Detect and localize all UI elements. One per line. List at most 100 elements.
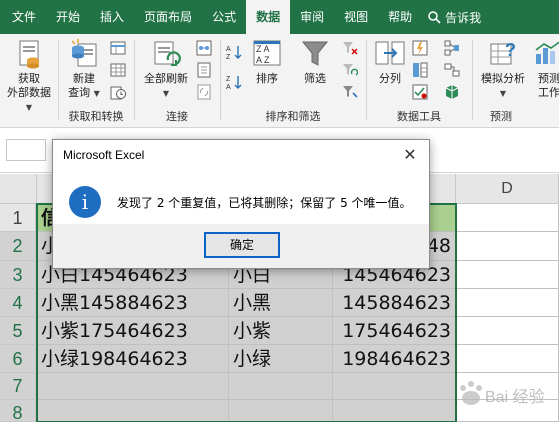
cell-a4[interactable]: 小黑145884623 bbox=[37, 289, 229, 317]
reapply-icon[interactable] bbox=[342, 62, 358, 78]
tab-home[interactable]: 开始 bbox=[46, 0, 90, 34]
filter-button[interactable]: 筛选 bbox=[296, 38, 334, 86]
info-icon: i bbox=[69, 186, 101, 218]
what-if-label: 模拟分析 bbox=[481, 72, 525, 85]
excel-window: 文件 开始 插入 页面布局 公式 数据 审阅 视图 帮助 告诉我 获取 外部数据… bbox=[0, 0, 559, 422]
tab-insert[interactable]: 插入 bbox=[90, 0, 134, 34]
from-table-icon[interactable] bbox=[110, 62, 126, 78]
group-label-data-tools: 数据工具 bbox=[397, 110, 441, 123]
cell-a5[interactable]: 小紫175464623 bbox=[37, 317, 229, 345]
connections-icon[interactable] bbox=[196, 40, 212, 56]
text-to-columns-icon bbox=[374, 38, 406, 70]
group-label-get-transform: 获取和转换 bbox=[68, 110, 124, 123]
external-data-icon bbox=[13, 38, 45, 70]
show-queries-icon[interactable] bbox=[110, 40, 126, 56]
recent-sources-icon[interactable] bbox=[110, 84, 126, 100]
remove-duplicates-icon[interactable] bbox=[412, 62, 428, 78]
cell-b5[interactable]: 小紫 bbox=[229, 317, 333, 345]
sort-ascending-icon[interactable]: AZ bbox=[226, 44, 242, 60]
cell-c4[interactable]: 145884623 bbox=[333, 289, 456, 317]
search-icon bbox=[428, 10, 441, 24]
refresh-icon bbox=[150, 38, 182, 70]
cell-b6[interactable]: 小绿 bbox=[229, 345, 333, 373]
svg-text:Z A: Z A bbox=[256, 44, 270, 54]
row-header[interactable]: 7 bbox=[0, 373, 36, 400]
row-header[interactable]: 2 bbox=[0, 232, 36, 261]
tell-me-box[interactable]: 告诉我 bbox=[428, 9, 481, 26]
cell-d6[interactable] bbox=[456, 345, 559, 373]
group-separator bbox=[366, 40, 367, 120]
get-external-data-button[interactable]: 获取 外部数据 ▼ bbox=[4, 38, 54, 115]
new-query-label-2: 查询 bbox=[68, 86, 91, 99]
consolidate-icon[interactable] bbox=[444, 40, 460, 56]
forecast-sheet-button[interactable]: 预测 工作 bbox=[532, 38, 559, 100]
relationships-icon[interactable] bbox=[444, 62, 460, 78]
select-all-corner[interactable] bbox=[0, 174, 37, 204]
group-data-tools: 分列 数据工具 bbox=[368, 34, 470, 128]
cell-c6[interactable]: 198464623 bbox=[333, 345, 456, 373]
cell-b8[interactable] bbox=[229, 400, 333, 422]
tab-page-layout[interactable]: 页面布局 bbox=[134, 0, 202, 34]
chevron-down-icon: ▼ bbox=[162, 89, 170, 98]
ok-button[interactable]: 确定 bbox=[204, 232, 280, 258]
name-box[interactable] bbox=[6, 139, 46, 161]
cell-c7[interactable] bbox=[333, 373, 456, 400]
tell-me-label: 告诉我 bbox=[445, 10, 482, 25]
flash-fill-icon[interactable] bbox=[412, 40, 428, 56]
cell-d3[interactable] bbox=[456, 261, 559, 289]
row-header[interactable]: 5 bbox=[0, 317, 36, 345]
watermark-text: Bai 经验 bbox=[485, 388, 545, 406]
advanced-filter-icon[interactable] bbox=[342, 84, 358, 100]
tab-review[interactable]: 审阅 bbox=[290, 0, 334, 34]
chevron-down-icon: ▼ bbox=[93, 89, 100, 98]
cell-d4[interactable] bbox=[456, 289, 559, 317]
new-query-button[interactable]: 新建 查询 ▼ bbox=[62, 38, 106, 101]
clear-filter-icon[interactable] bbox=[342, 40, 358, 56]
column-header-d[interactable]: D bbox=[456, 174, 559, 204]
cell-a6[interactable]: 小绿198464623 bbox=[37, 345, 229, 373]
text-to-columns-button[interactable]: 分列 bbox=[372, 38, 408, 86]
new-query-icon bbox=[68, 38, 100, 70]
cell-b4[interactable]: 小黑 bbox=[229, 289, 333, 317]
group-label-forecast: 预测 bbox=[490, 110, 512, 123]
row-header[interactable]: 6 bbox=[0, 345, 36, 373]
dialog-footer: 确定 bbox=[53, 224, 429, 268]
tab-file[interactable]: 文件 bbox=[0, 0, 46, 34]
cell-d2[interactable] bbox=[456, 232, 559, 261]
forecast-sheet-icon bbox=[533, 38, 559, 70]
group-forecast: ? 模拟分析 ▼ 预测 工作 预测 bbox=[474, 34, 559, 128]
sort-button[interactable]: Z AA Z 排序 bbox=[248, 38, 286, 86]
tab-formulas[interactable]: 公式 bbox=[202, 0, 246, 34]
what-if-analysis-button[interactable]: ? 模拟分析 ▼ bbox=[476, 38, 530, 101]
sort-descending-icon[interactable]: ZA bbox=[226, 74, 242, 90]
tab-view[interactable]: 视图 bbox=[334, 0, 378, 34]
chevron-down-icon: ▼ bbox=[25, 103, 33, 112]
cell-a8[interactable] bbox=[37, 400, 229, 422]
cell-b7[interactable] bbox=[229, 373, 333, 400]
row-header[interactable]: 3 bbox=[0, 261, 36, 289]
svg-text:A Z: A Z bbox=[256, 55, 270, 65]
sort-icon: Z AA Z bbox=[251, 38, 283, 70]
close-icon[interactable]: ✕ bbox=[399, 144, 421, 166]
group-separator bbox=[220, 40, 221, 120]
cell-c5[interactable]: 175464623 bbox=[333, 317, 456, 345]
data-model-icon[interactable] bbox=[444, 84, 460, 100]
cell-d5[interactable] bbox=[456, 317, 559, 345]
cell-c8[interactable] bbox=[333, 400, 456, 422]
row-header[interactable]: 4 bbox=[0, 289, 36, 317]
cell-a7[interactable] bbox=[37, 373, 229, 400]
get-external-label-2: 外部数据 bbox=[7, 86, 51, 99]
dialog-message: 发现了 2 个重复值，已将其删除；保留了 5 个唯一值。 bbox=[117, 196, 412, 210]
group-sort-filter: AZ ZA Z AA Z 排序 筛选 排序和筛选 bbox=[222, 34, 364, 128]
cell-d1[interactable] bbox=[456, 204, 559, 232]
group-label-sort-filter: 排序和筛选 bbox=[265, 110, 321, 123]
tab-help[interactable]: 帮助 bbox=[378, 0, 422, 34]
properties-icon[interactable] bbox=[196, 62, 212, 78]
data-validation-icon[interactable] bbox=[412, 84, 428, 100]
row-header[interactable]: 1 bbox=[0, 204, 36, 232]
refresh-all-button[interactable]: 全部刷新 ▼ bbox=[138, 38, 194, 101]
row-header[interactable]: 8 bbox=[0, 400, 36, 422]
get-external-label-1: 获取 bbox=[18, 72, 40, 85]
edit-links-icon[interactable] bbox=[196, 84, 212, 100]
tab-data[interactable]: 数据 bbox=[246, 0, 291, 34]
